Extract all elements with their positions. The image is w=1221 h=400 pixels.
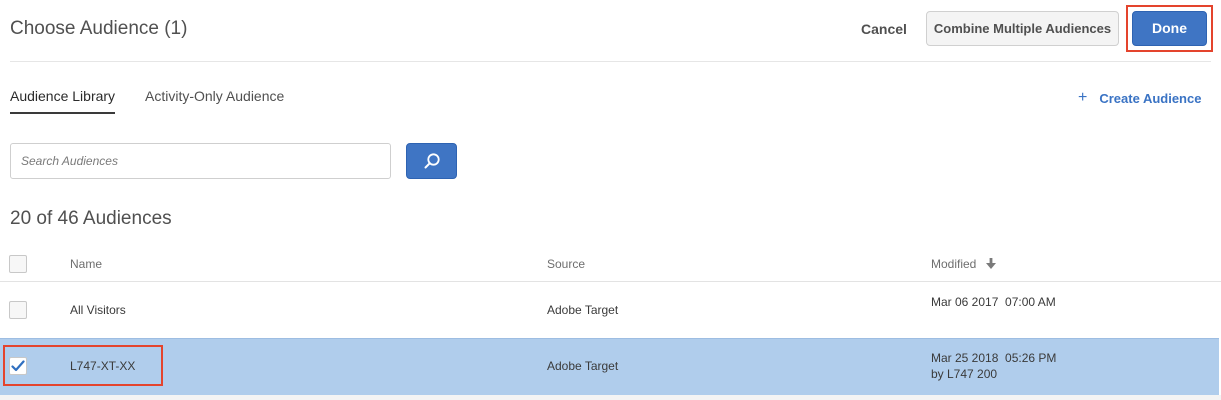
create-audience-label: Create Audience: [1099, 90, 1202, 106]
column-header-source[interactable]: Source: [547, 257, 585, 271]
tab-activity-only-audience[interactable]: Activity-Only Audience: [145, 86, 284, 114]
modified-label: Modified: [931, 257, 977, 271]
search-input[interactable]: [10, 143, 391, 179]
done-button[interactable]: Done: [1132, 11, 1207, 46]
audience-count: 20 of 46 Audiences: [10, 208, 172, 229]
table-bottom-strip: [0, 395, 1221, 400]
sort-down-arrow-icon: [986, 258, 997, 269]
combine-multiple-audiences-button[interactable]: Combine Multiple Audiences: [926, 11, 1119, 46]
cancel-button[interactable]: Cancel: [856, 17, 912, 41]
tab-audience-library[interactable]: Audience Library: [10, 86, 116, 114]
search-button[interactable]: [406, 143, 457, 179]
row-checkbox[interactable]: [9, 301, 27, 319]
audience-name[interactable]: All Visitors: [70, 303, 126, 317]
row-checkbox-checked[interactable]: [9, 357, 27, 375]
audience-modified-by: by L747 200: [931, 367, 998, 381]
audience-source: Adobe Target: [547, 359, 619, 373]
column-header-name[interactable]: Name: [70, 257, 102, 271]
column-header-modified[interactable]: Modified: [931, 257, 997, 271]
audience-source: Adobe Target: [547, 303, 619, 317]
checkmark-icon: [11, 360, 25, 372]
plus-icon: +: [1078, 89, 1088, 106]
create-audience-link[interactable]: + Create Audience: [1078, 90, 1201, 106]
search-icon: [424, 153, 440, 169]
audience-name[interactable]: L747-XT-XX: [70, 359, 135, 373]
audience-modified: Mar 25 2018 05:26 PM: [931, 351, 1057, 365]
page-title: Choose Audience (1): [10, 18, 188, 39]
audience-modified: Mar 06 2017 07:00 AM: [931, 295, 1056, 309]
select-all-checkbox[interactable]: [9, 255, 27, 273]
header-divider: [10, 61, 1211, 62]
